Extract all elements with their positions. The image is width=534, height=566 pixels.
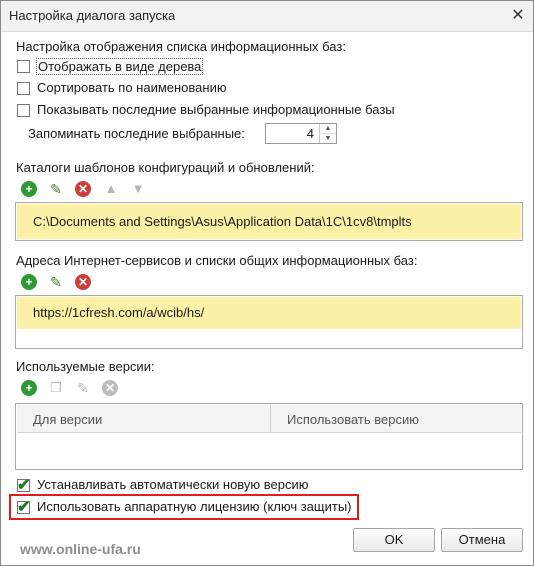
show-recent-label[interactable]: Показывать последние выбранные информаци…	[37, 102, 395, 117]
versions-table[interactable]: Для версии Использовать версию	[15, 403, 523, 470]
internet-heading: Адреса Интернет-сервисов и списки общих …	[16, 253, 418, 268]
window-title: Настройка диалога запуска	[9, 8, 176, 23]
internet-edit-icon[interactable]: ✎	[48, 274, 64, 290]
spinner-buttons: ▲ ▼	[319, 124, 336, 143]
templates-edit-icon[interactable]: ✎	[48, 181, 64, 197]
templates-move-down-icon[interactable]: ▼	[130, 181, 146, 197]
show-recent-checkbox[interactable]	[17, 104, 30, 117]
column-for-version[interactable]: Для версии	[33, 412, 102, 427]
internet-add-icon[interactable]: +	[21, 274, 37, 290]
cancel-button[interactable]: Отмена	[441, 528, 523, 552]
templates-list[interactable]: C:\Documents and Settings\Asus\Applicati…	[15, 202, 523, 241]
display-heading: Настройка отображения списка информацион…	[16, 39, 346, 54]
spinner-up-icon[interactable]: ▲	[320, 124, 336, 134]
spinner-down-icon[interactable]: ▼	[320, 134, 336, 143]
versions-delete-icon[interactable]: ✕	[102, 380, 118, 396]
versions-edit-icon[interactable]: ✎	[75, 380, 91, 396]
templates-path[interactable]: C:\Documents and Settings\Asus\Applicati…	[33, 214, 412, 229]
remember-count-spinner[interactable]: 4 ▲ ▼	[265, 123, 337, 144]
close-icon[interactable]: ✕	[509, 7, 527, 25]
templates-add-icon[interactable]: +	[21, 181, 37, 197]
versions-heading: Используемые версии:	[16, 359, 155, 374]
versions-add-icon[interactable]: +	[21, 380, 37, 396]
title-bar: Настройка диалога запуска ✕	[1, 1, 533, 32]
launch-settings-dialog: Настройка диалога запуска ✕ Настройка от…	[0, 0, 534, 566]
check-icon: ✔	[17, 499, 31, 516]
templates-move-up-icon[interactable]: ▲	[103, 181, 119, 197]
column-divider[interactable]	[270, 405, 271, 432]
internet-delete-icon[interactable]: ✕	[75, 274, 91, 290]
tree-view-label[interactable]: Отображать в виде дерева	[36, 58, 204, 75]
sort-by-name-checkbox[interactable]	[17, 82, 30, 95]
sort-by-name-label[interactable]: Сортировать по наименованию	[37, 80, 227, 95]
watermark-text: www.online-ufa.ru	[20, 541, 141, 557]
templates-delete-icon[interactable]: ✕	[75, 181, 91, 197]
internet-url[interactable]: https://1cfresh.com/a/wcib/hs/	[33, 305, 204, 320]
hardware-license-checkbox[interactable]: ✔	[17, 499, 30, 516]
list-item[interactable]: C:\Documents and Settings\Asus\Applicati…	[17, 204, 521, 239]
tree-view-checkbox[interactable]	[17, 60, 30, 73]
remember-label: Запоминать последние выбранные:	[28, 126, 245, 141]
auto-install-checkbox[interactable]: ✔	[17, 477, 30, 494]
internet-list[interactable]: https://1cfresh.com/a/wcib/hs/	[15, 295, 523, 349]
column-use-version[interactable]: Использовать версию	[287, 412, 419, 427]
list-item[interactable]: https://1cfresh.com/a/wcib/hs/	[17, 297, 521, 329]
templates-heading: Каталоги шаблонов конфигураций и обновле…	[16, 160, 315, 175]
auto-install-label[interactable]: Устанавливать автоматически новую версию	[37, 477, 309, 492]
remember-count-value[interactable]: 4	[307, 126, 314, 141]
ok-button[interactable]: OK	[353, 528, 435, 552]
versions-table-header: Для версии Использовать версию	[17, 405, 521, 433]
check-icon: ✔	[17, 477, 31, 494]
versions-copy-icon[interactable]: ❐	[48, 380, 64, 396]
hardware-license-label[interactable]: Использовать аппаратную лицензию (ключ з…	[37, 499, 352, 514]
